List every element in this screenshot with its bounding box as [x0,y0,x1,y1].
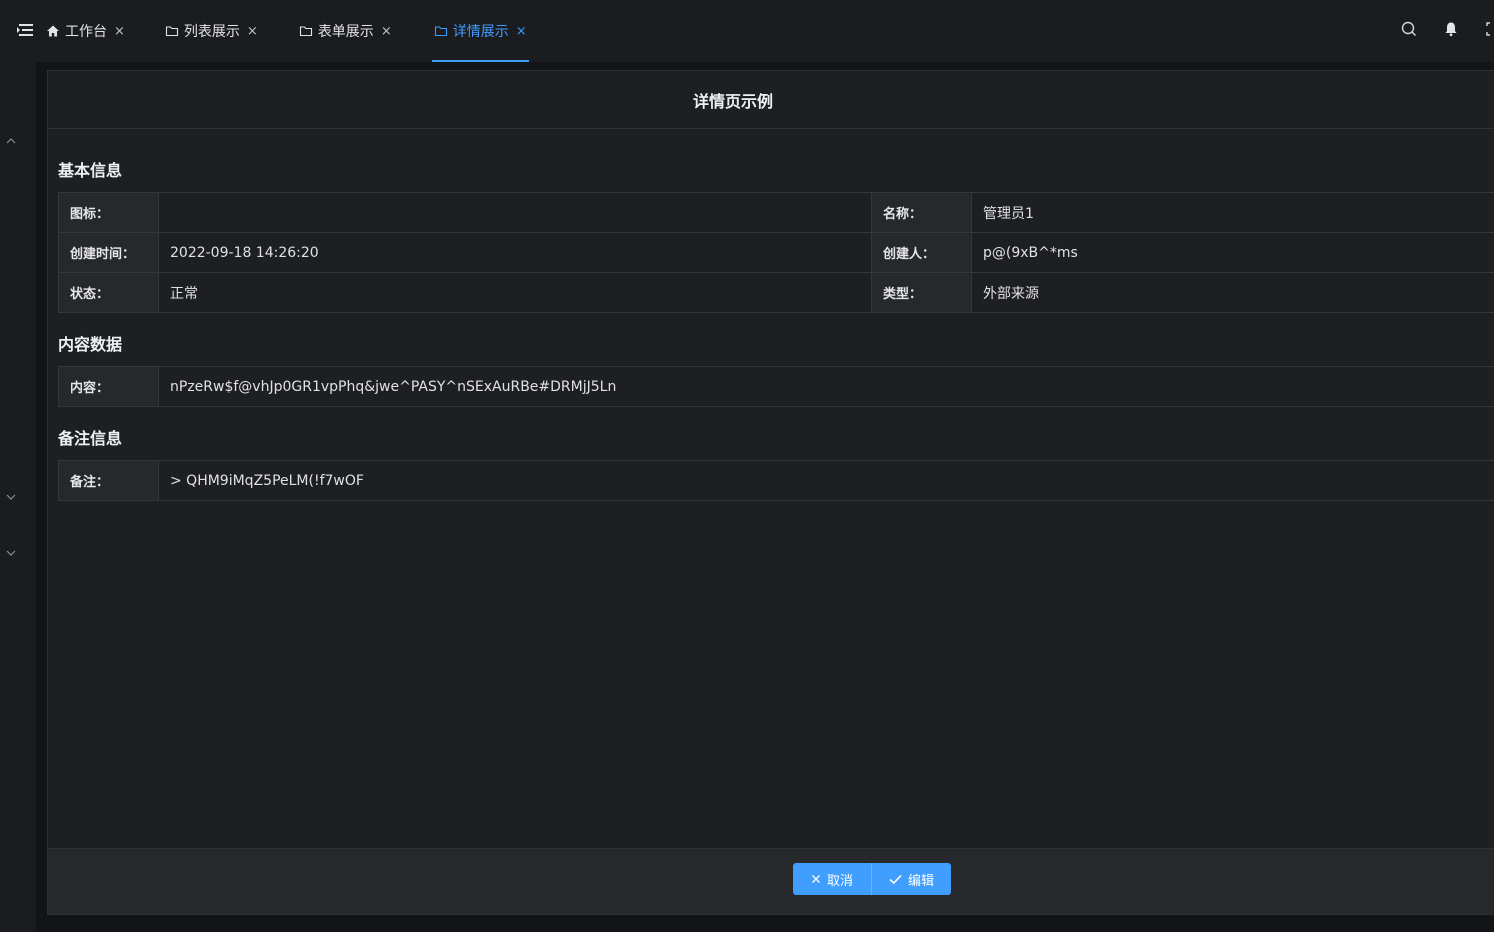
cancel-button[interactable]: 取消 [793,863,872,895]
tab-label: 表单展示 [317,24,374,40]
card-footer: 取消 编辑 [48,848,1494,914]
check-icon [889,874,902,885]
tab-form-display[interactable]: 表单展示 × [299,0,392,62]
tab-label: 工作台 [65,24,107,40]
field-label: 备注： [58,460,159,501]
table-row: 备注： > QHM9iMqZ5PeLM(!f7wOF [58,460,1494,501]
field-value: 管理员1 [971,192,1494,233]
close-icon[interactable]: × [516,24,527,39]
close-icon[interactable]: × [114,24,125,39]
chevron-up-icon[interactable] [4,136,18,150]
remark-table: 备注： > QHM9iMqZ5PeLM(!f7wOF [58,460,1494,501]
field-value [158,192,872,233]
field-label: 状态： [58,272,159,313]
field-label: 名称： [871,192,972,233]
section-title-remark: 备注信息 [58,429,123,448]
tab-workbench[interactable]: 工作台 × [46,0,125,62]
tab-bar: 工作台 × 列表展示 × 表单展示 × 详情展示 × [46,0,529,62]
edit-button-label: 编辑 [907,872,934,888]
field-value: p@(9xB^*ms [971,232,1494,273]
table-row: 图标： 名称： 管理员1 [58,192,1494,233]
page-title: 详情页示例 [48,71,1494,129]
close-icon[interactable]: × [381,24,392,39]
close-icon [811,874,821,884]
folder-icon [299,24,313,38]
top-bar: 工作台 × 列表展示 × 表单展示 × 详情展示 × [0,0,1494,62]
field-label: 创建时间： [58,232,159,273]
tab-list-display[interactable]: 列表展示 × [165,0,258,62]
sidebar [0,0,37,932]
section-title-basic: 基本信息 [58,161,123,180]
fullscreen-icon[interactable] [1484,20,1494,38]
table-row: 内容： nPzeRw$f@vhJp0GR1vpPhq&jwe^PASY^nSEx… [58,366,1494,407]
close-icon[interactable]: × [247,24,258,39]
tab-label: 详情展示 [452,24,509,40]
content-table: 内容： nPzeRw$f@vhJp0GR1vpPhq&jwe^PASY^nSEx… [58,366,1494,407]
bell-icon[interactable] [1442,20,1460,38]
cancel-button-label: 取消 [826,872,853,888]
chevron-down-icon[interactable] [4,548,18,562]
field-value: 正常 [158,272,872,313]
menu-fold-icon[interactable] [16,22,36,40]
edit-button[interactable]: 编辑 [872,863,951,895]
search-icon[interactable] [1400,20,1418,38]
field-label: 类型： [871,272,972,313]
field-label: 图标： [58,192,159,233]
field-value: 2022-09-18 14:26:20 [158,232,872,273]
table-row: 状态： 正常 类型： 外部来源 [58,272,1494,313]
field-label: 创建人： [871,232,972,273]
basic-info-table: 图标： 名称： 管理员1 创建时间： 2022-09-18 14:26:20 创… [58,192,1494,313]
detail-card: 详情页示例 基本信息 图标： 名称： 管理员1 创建时间： 2022-09-18… [47,70,1494,915]
folder-icon [165,24,179,38]
tab-label: 列表展示 [183,24,240,40]
folder-icon [434,24,448,38]
home-icon [46,24,60,38]
field-label: 内容： [58,366,159,407]
tab-detail-display[interactable]: 详情展示 × [431,0,529,62]
section-title-content: 内容数据 [58,335,123,354]
field-value: > QHM9iMqZ5PeLM(!f7wOF [158,460,1494,501]
field-value: nPzeRw$f@vhJp0GR1vpPhq&jwe^PASY^nSExAuRB… [158,366,1494,407]
table-row: 创建时间： 2022-09-18 14:26:20 创建人： p@(9xB^*m… [58,232,1494,273]
field-value: 外部来源 [971,272,1494,313]
chevron-down-icon[interactable] [4,492,18,506]
action-button-group: 取消 编辑 [793,863,951,895]
